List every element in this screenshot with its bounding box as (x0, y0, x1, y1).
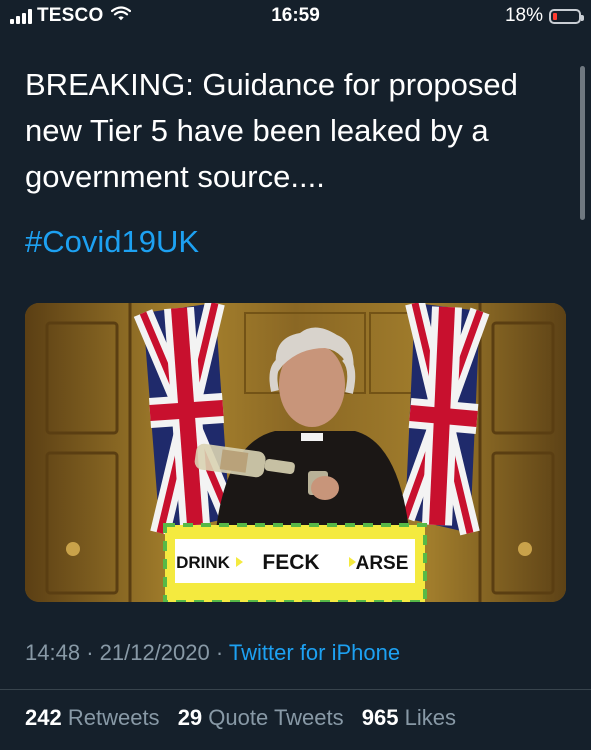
podium-sign: DRINK FECK ARSE (163, 523, 427, 602)
quote-tweets-label: Quote Tweets (208, 705, 344, 730)
tweet-timestamp: 14:48 · 21/12/2020 · Twitter for iPhone (25, 640, 400, 666)
battery-level-fill (553, 12, 557, 20)
timestamp-separator: · (86, 640, 94, 665)
sign-word-feck: FECK (262, 551, 319, 574)
sign-word-drink: DRINK (176, 553, 231, 572)
likes-label: Likes (404, 705, 456, 730)
status-bar: TESCO 16:59 18% (0, 0, 591, 34)
quote-tweets-count: 29 (177, 705, 203, 730)
status-time: 16:59 (271, 5, 320, 26)
likes-count: 965 (361, 705, 399, 730)
tweet-media-image[interactable]: DRINK FECK ARSE (25, 303, 566, 602)
timestamp-date: 21/12/2020 (99, 640, 210, 665)
tweet-text: BREAKING: Guidance for proposed new Tier… (25, 67, 518, 194)
battery-icon (549, 8, 584, 24)
timestamp-time: 14:48 (25, 640, 81, 665)
retweets-stat[interactable]: 242 Retweets (25, 705, 160, 730)
tweet-stats: 242 Retweets 29 Quote Tweets 965 Likes (25, 705, 456, 731)
retweets-label: Retweets (67, 705, 160, 730)
battery-percentage: 18% (504, 5, 543, 26)
scrollbar[interactable] (580, 66, 585, 220)
quote-tweets-stat[interactable]: 29 Quote Tweets (178, 705, 344, 730)
status-right: 18% (504, 5, 584, 27)
hashtag-link[interactable]: #Covid19UK (25, 224, 199, 260)
sign-word-arse: ARSE (356, 553, 409, 574)
likes-stat[interactable]: 965 Likes (362, 705, 456, 730)
tweet-source-link[interactable]: Twitter for iPhone (229, 640, 400, 665)
retweets-count: 242 (25, 705, 62, 730)
union-flag-right (395, 303, 490, 536)
divider (0, 689, 591, 690)
source-separator: · (215, 640, 224, 665)
